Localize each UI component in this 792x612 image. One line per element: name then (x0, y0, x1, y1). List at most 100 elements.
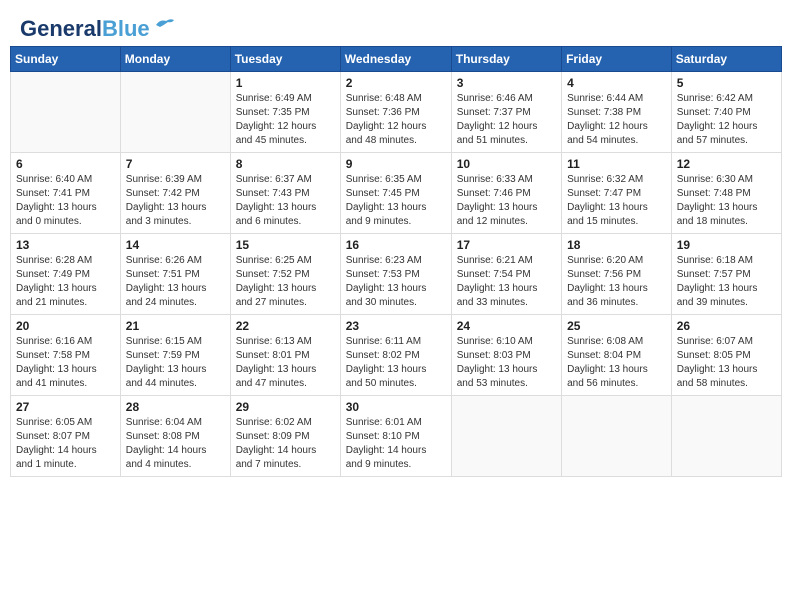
weekday-header-sunday: Sunday (11, 47, 121, 72)
calendar-day-cell: 14 Sunrise: 6:26 AM Sunset: 7:51 PM Dayli… (120, 234, 230, 315)
day-number: 13 (16, 238, 115, 252)
calendar-day-cell: 9 Sunrise: 6:35 AM Sunset: 7:45 PM Daylig… (340, 153, 451, 234)
day-number: 7 (126, 157, 225, 171)
day-info: Sunrise: 6:11 AM Sunset: 8:02 PM Dayligh… (346, 335, 446, 391)
day-info: Sunrise: 6:13 AM Sunset: 8:01 PM Dayligh… (236, 335, 335, 391)
calendar-table: SundayMondayTuesdayWednesdayThursdayFrid… (10, 46, 782, 477)
calendar-week-row: 1Sunrise: 6:49 AM Sunset: 7:35 PM Daylig… (11, 72, 782, 153)
weekday-header-row: SundayMondayTuesdayWednesdayThursdayFrid… (11, 47, 782, 72)
day-number: 23 (346, 319, 446, 333)
day-info: Sunrise: 6:23 AM Sunset: 7:53 PM Dayligh… (346, 254, 446, 310)
day-info: Sunrise: 6:25 AM Sunset: 7:52 PM Dayligh… (236, 254, 335, 310)
day-number: 9 (346, 157, 446, 171)
calendar-day-cell: 19Sunrise: 6:18 AM Sunset: 7:57 PM Dayli… (671, 234, 781, 315)
calendar-day-cell: 15Sunrise: 6:25 AM Sunset: 7:52 PM Dayli… (230, 234, 340, 315)
day-info: Sunrise: 6:49 AM Sunset: 7:35 PM Dayligh… (236, 92, 335, 148)
day-number: 17 (457, 238, 556, 252)
logo: GeneralBlue (20, 18, 176, 40)
day-info: Sunrise: 6:30 AM Sunset: 7:48 PM Dayligh… (677, 173, 776, 229)
calendar-day-cell: 5 Sunrise: 6:42 AM Sunset: 7:40 PM Daylig… (671, 72, 781, 153)
day-info: Sunrise: 6:16 AM Sunset: 7:58 PM Dayligh… (16, 335, 115, 391)
calendar-day-cell: 22 Sunrise: 6:13 AM Sunset: 8:01 PM Dayli… (230, 315, 340, 396)
calendar-week-row: 13 Sunrise: 6:28 AM Sunset: 7:49 PM Dayli… (11, 234, 782, 315)
logo-blue-text: Blue (102, 16, 150, 41)
calendar-day-cell: 10 Sunrise: 6:33 AM Sunset: 7:46 PM Dayli… (451, 153, 561, 234)
calendar-day-cell: 13 Sunrise: 6:28 AM Sunset: 7:49 PM Dayli… (11, 234, 121, 315)
day-number: 21 (126, 319, 225, 333)
calendar-day-cell: 6 Sunrise: 6:40 AM Sunset: 7:41 PM Daylig… (11, 153, 121, 234)
day-info: Sunrise: 6:28 AM Sunset: 7:49 PM Dayligh… (16, 254, 115, 310)
day-number: 6 (16, 157, 115, 171)
day-number: 4 (567, 76, 666, 90)
day-number: 14 (126, 238, 225, 252)
day-number: 2 (346, 76, 446, 90)
calendar-day-cell: 25 Sunrise: 6:08 AM Sunset: 8:04 PM Dayli… (562, 315, 672, 396)
day-number: 12 (677, 157, 776, 171)
day-number: 11 (567, 157, 666, 171)
day-number: 29 (236, 400, 335, 414)
day-number: 10 (457, 157, 556, 171)
calendar-week-row: 20Sunrise: 6:16 AM Sunset: 7:58 PM Dayli… (11, 315, 782, 396)
day-info: Sunrise: 6:32 AM Sunset: 7:47 PM Dayligh… (567, 173, 666, 229)
day-info: Sunrise: 6:21 AM Sunset: 7:54 PM Dayligh… (457, 254, 556, 310)
weekday-header-wednesday: Wednesday (340, 47, 451, 72)
calendar-day-cell: 21 Sunrise: 6:15 AM Sunset: 7:59 PM Dayli… (120, 315, 230, 396)
day-number: 25 (567, 319, 666, 333)
day-info: Sunrise: 6:44 AM Sunset: 7:38 PM Dayligh… (567, 92, 666, 148)
day-info: Sunrise: 6:07 AM Sunset: 8:05 PM Dayligh… (677, 335, 776, 391)
calendar-day-cell: 24 Sunrise: 6:10 AM Sunset: 8:03 PM Dayli… (451, 315, 561, 396)
calendar-day-cell: 27 Sunrise: 6:05 AM Sunset: 8:07 PM Dayli… (11, 396, 121, 477)
day-info: Sunrise: 6:15 AM Sunset: 7:59 PM Dayligh… (126, 335, 225, 391)
day-number: 8 (236, 157, 335, 171)
weekday-header-friday: Friday (562, 47, 672, 72)
day-info: Sunrise: 6:05 AM Sunset: 8:07 PM Dayligh… (16, 416, 115, 472)
day-number: 5 (677, 76, 776, 90)
weekday-header-thursday: Thursday (451, 47, 561, 72)
calendar-week-row: 27 Sunrise: 6:05 AM Sunset: 8:07 PM Dayli… (11, 396, 782, 477)
calendar-day-cell: 17 Sunrise: 6:21 AM Sunset: 7:54 PM Dayli… (451, 234, 561, 315)
day-info: Sunrise: 6:39 AM Sunset: 7:42 PM Dayligh… (126, 173, 225, 229)
day-info: Sunrise: 6:01 AM Sunset: 8:10 PM Dayligh… (346, 416, 446, 472)
calendar-day-cell: 26 Sunrise: 6:07 AM Sunset: 8:05 PM Dayli… (671, 315, 781, 396)
calendar-day-cell (120, 72, 230, 153)
day-number: 27 (16, 400, 115, 414)
calendar-day-cell: 20Sunrise: 6:16 AM Sunset: 7:58 PM Dayli… (11, 315, 121, 396)
calendar-day-cell (451, 396, 561, 477)
calendar-day-cell (11, 72, 121, 153)
calendar-day-cell: 23 Sunrise: 6:11 AM Sunset: 8:02 PM Dayli… (340, 315, 451, 396)
logo-bird-icon (154, 17, 176, 33)
day-info: Sunrise: 6:33 AM Sunset: 7:46 PM Dayligh… (457, 173, 556, 229)
day-info: Sunrise: 6:02 AM Sunset: 8:09 PM Dayligh… (236, 416, 335, 472)
day-info: Sunrise: 6:10 AM Sunset: 8:03 PM Dayligh… (457, 335, 556, 391)
calendar-day-cell: 28Sunrise: 6:04 AM Sunset: 8:08 PM Dayli… (120, 396, 230, 477)
page-header: GeneralBlue (10, 10, 782, 46)
day-number: 18 (567, 238, 666, 252)
calendar-day-cell: 29 Sunrise: 6:02 AM Sunset: 8:09 PM Dayli… (230, 396, 340, 477)
calendar-day-cell: 4 Sunrise: 6:44 AM Sunset: 7:38 PM Daylig… (562, 72, 672, 153)
day-number: 22 (236, 319, 335, 333)
day-info: Sunrise: 6:42 AM Sunset: 7:40 PM Dayligh… (677, 92, 776, 148)
calendar-day-cell: 2Sunrise: 6:48 AM Sunset: 7:36 PM Daylig… (340, 72, 451, 153)
day-info: Sunrise: 6:26 AM Sunset: 7:51 PM Dayligh… (126, 254, 225, 310)
day-number: 19 (677, 238, 776, 252)
weekday-header-saturday: Saturday (671, 47, 781, 72)
day-info: Sunrise: 6:37 AM Sunset: 7:43 PM Dayligh… (236, 173, 335, 229)
calendar-day-cell: 8 Sunrise: 6:37 AM Sunset: 7:43 PM Daylig… (230, 153, 340, 234)
day-info: Sunrise: 6:35 AM Sunset: 7:45 PM Dayligh… (346, 173, 446, 229)
day-number: 16 (346, 238, 446, 252)
calendar-day-cell (671, 396, 781, 477)
day-number: 30 (346, 400, 446, 414)
logo-text: GeneralBlue (20, 18, 150, 40)
day-number: 3 (457, 76, 556, 90)
calendar-day-cell: 7 Sunrise: 6:39 AM Sunset: 7:42 PM Daylig… (120, 153, 230, 234)
day-info: Sunrise: 6:04 AM Sunset: 8:08 PM Dayligh… (126, 416, 225, 472)
day-number: 24 (457, 319, 556, 333)
weekday-header-tuesday: Tuesday (230, 47, 340, 72)
calendar-day-cell: 16 Sunrise: 6:23 AM Sunset: 7:53 PM Dayli… (340, 234, 451, 315)
calendar-day-cell: 18Sunrise: 6:20 AM Sunset: 7:56 PM Dayli… (562, 234, 672, 315)
calendar-day-cell (562, 396, 672, 477)
calendar-day-cell: 1Sunrise: 6:49 AM Sunset: 7:35 PM Daylig… (230, 72, 340, 153)
day-number: 26 (677, 319, 776, 333)
day-info: Sunrise: 6:40 AM Sunset: 7:41 PM Dayligh… (16, 173, 115, 229)
day-info: Sunrise: 6:08 AM Sunset: 8:04 PM Dayligh… (567, 335, 666, 391)
